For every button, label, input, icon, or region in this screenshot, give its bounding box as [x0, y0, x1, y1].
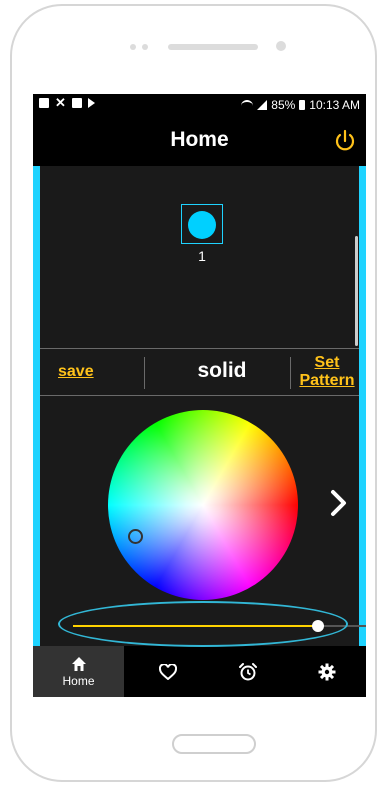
chevron-right-icon[interactable] [328, 488, 350, 518]
battery-percent: 85% [271, 98, 296, 112]
hardware-home-button[interactable] [172, 734, 256, 754]
close-notification-icon: ✕ [55, 95, 66, 110]
nav-home-label: Home [62, 673, 95, 688]
heart-icon [159, 663, 177, 680]
earpiece-speaker [168, 44, 258, 50]
battery-icon [299, 100, 306, 110]
mode-name: solid [197, 359, 247, 382]
device-tile[interactable] [181, 204, 223, 244]
home-icon [71, 656, 86, 671]
main-content: 1 save solid Set Pattern [33, 166, 366, 646]
page-title: Home [170, 128, 229, 151]
divider [290, 357, 291, 389]
color-wheel-marker[interactable] [128, 529, 143, 544]
image-notification-icon [39, 98, 49, 108]
sensor-dot [142, 44, 148, 50]
set-pattern-button[interactable]: Set Pattern [294, 354, 360, 390]
scroll-indicator[interactable] [355, 236, 358, 346]
status-time: 10:13 AM [309, 98, 360, 112]
color-wheel-gradient[interactable] [108, 410, 298, 600]
sensor-dot [130, 44, 136, 50]
status-bar: ✕ 85% 10:13 AM [33, 94, 366, 116]
device-label: 1 [198, 248, 206, 264]
alarm-icon [239, 662, 257, 680]
nav-favorites[interactable] [128, 646, 208, 697]
device-color-swatch [188, 211, 216, 239]
slider-highlight-annotation [58, 601, 348, 647]
divider [144, 357, 145, 389]
wifi-icon [241, 100, 254, 110]
nav-home[interactable]: Home [33, 646, 124, 697]
app-notification-icon [71, 98, 82, 108]
bottom-nav: Home [33, 646, 366, 697]
left-accent-edge [33, 166, 40, 646]
power-icon[interactable] [332, 128, 358, 154]
mode-bar: save solid Set Pattern [40, 348, 359, 396]
save-button[interactable]: save [58, 363, 94, 381]
color-wheel[interactable] [108, 410, 298, 600]
signal-icon [257, 100, 268, 110]
nav-settings[interactable] [288, 646, 366, 697]
play-notification-icon [87, 98, 95, 108]
right-accent-edge [359, 166, 366, 646]
app-bar: Home [33, 116, 366, 166]
gear-icon [318, 663, 336, 680]
front-camera [276, 41, 286, 51]
nav-alarms[interactable] [208, 646, 288, 697]
